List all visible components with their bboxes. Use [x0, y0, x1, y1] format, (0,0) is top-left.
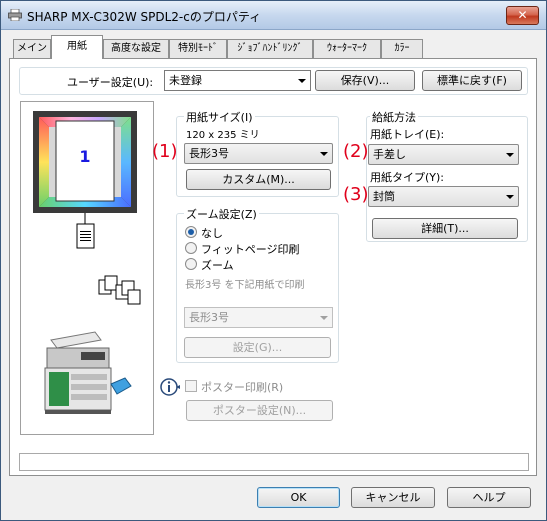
- paper-type-value: 封筒: [373, 190, 395, 203]
- multifunction-printer-icon: [44, 331, 132, 414]
- custom-paper-button[interactable]: カスタム(M)...: [186, 169, 331, 190]
- stacked-documents-icon: [98, 275, 141, 305]
- paper-source-heading: 給紙方法: [370, 109, 418, 125]
- poster-settings-button[interactable]: ポスター設定(N)...: [186, 400, 333, 421]
- paper-size-heading: 用紙サイズ(I): [184, 109, 255, 125]
- paper-type-select[interactable]: 封筒: [368, 186, 519, 207]
- zoom-fit-page-radio[interactable]: [185, 242, 197, 254]
- preview-page-number: 1: [79, 147, 91, 166]
- paper-detail-button[interactable]: 詳細(T)...: [372, 218, 518, 239]
- ok-button[interactable]: OK: [257, 487, 340, 508]
- close-button[interactable]: ✕: [506, 6, 539, 25]
- zoom-note: 長形3号 を下記用紙で印刷: [185, 280, 305, 291]
- tab-job-handling[interactable]: ｼﾞｮﾌﾞﾊﾝﾄﾞﾘﾝｸﾞ: [227, 39, 313, 58]
- paper-tray-label: 用紙トレイ(E):: [370, 128, 445, 141]
- save-button[interactable]: 保存(V)...: [315, 70, 415, 91]
- info-icon[interactable]: [159, 377, 181, 397]
- zoom-custom-radio[interactable]: [185, 258, 197, 270]
- tab-watermark[interactable]: ｳｫｰﾀｰﾏｰｸ: [313, 39, 381, 58]
- tab-main[interactable]: メイン: [13, 39, 51, 58]
- paper-type-label: 用紙タイプ(Y):: [370, 171, 445, 184]
- zoom-heading: ズーム設定(Z): [184, 206, 259, 222]
- tab-advanced[interactable]: 高度な設定: [103, 39, 169, 58]
- zoom-none-label: なし: [201, 227, 223, 240]
- poster-print-label: ポスター印刷(R): [201, 381, 284, 394]
- paper-size-dimensions: 120 x 235 ミリ: [186, 130, 260, 141]
- chevron-down-icon: [320, 152, 328, 156]
- callout-3: (3): [343, 184, 369, 205]
- paper-tray-select[interactable]: 手差し: [368, 144, 519, 165]
- paper-size-select[interactable]: 長形3号: [184, 143, 333, 164]
- chevron-down-icon: [298, 79, 306, 83]
- zoom-fit-page-label: フィットページ印刷: [201, 243, 300, 256]
- zoom-custom-label: ズーム: [201, 259, 234, 272]
- cancel-button[interactable]: キャンセル: [351, 487, 435, 508]
- reset-default-button[interactable]: 標準に戻す(F): [422, 70, 522, 91]
- user-settings-label: ユーザー設定(U):: [67, 76, 154, 89]
- tab-color[interactable]: ｶﾗｰ: [381, 39, 423, 58]
- paper-tray-value: 手差し: [373, 148, 406, 161]
- zoom-none-radio[interactable]: [185, 226, 197, 238]
- chevron-down-icon: [506, 195, 514, 199]
- help-button[interactable]: ヘルプ: [447, 487, 531, 508]
- status-bar: [19, 453, 529, 471]
- title-bar: SHARP MX-C302W SPDL2-cのプロパティ ✕: [1, 1, 546, 30]
- zoom-settings-button[interactable]: 設定(G)...: [184, 337, 331, 358]
- zoom-paper-value: 長形3号: [189, 311, 229, 324]
- printer-icon: [8, 9, 22, 21]
- preview-panel: 1: [20, 101, 154, 435]
- user-settings-value: 未登録: [169, 74, 202, 87]
- printer-properties-window: SHARP MX-C302W SPDL2-cのプロパティ ✕ メイン 用紙 高度…: [0, 0, 547, 521]
- paper-size-value: 長形3号: [189, 147, 229, 160]
- zoom-paper-select[interactable]: 長形3号: [184, 307, 333, 328]
- callout-2: (2): [343, 141, 369, 162]
- window-title: SHARP MX-C302W SPDL2-cのプロパティ: [27, 10, 262, 24]
- callout-1: (1): [152, 141, 178, 162]
- tab-special-mode[interactable]: 特別ﾓｰﾄﾞ: [169, 39, 227, 58]
- chevron-down-icon: [506, 153, 514, 157]
- user-settings-select[interactable]: 未登録: [164, 70, 311, 91]
- tab-paper[interactable]: 用紙: [51, 35, 103, 59]
- poster-print-checkbox[interactable]: [185, 380, 197, 392]
- chevron-down-icon: [320, 316, 328, 320]
